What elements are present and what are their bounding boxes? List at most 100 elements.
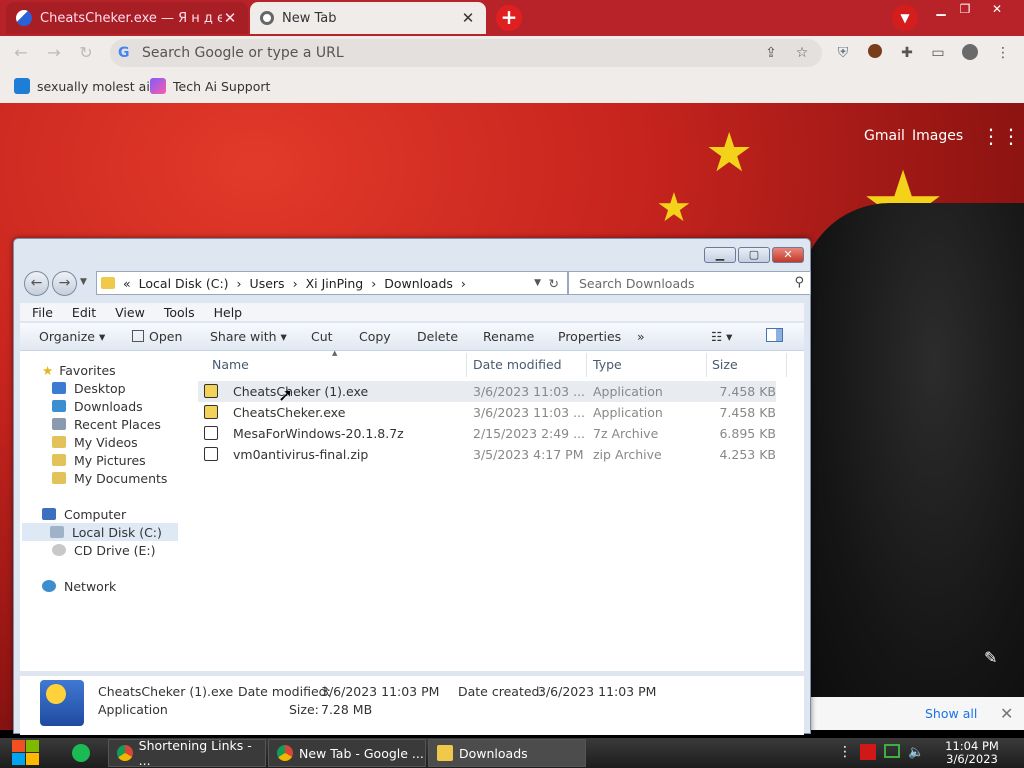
menu-file[interactable]: File xyxy=(32,305,53,320)
apps-grid-icon[interactable]: ⋮⋮⋮ xyxy=(981,126,1024,146)
side-panel-icon[interactable]: ▭ xyxy=(929,44,947,62)
file-row[interactable]: vm0antivirus-final.zip 3/5/2023 4:17 PM … xyxy=(198,444,776,465)
network-tray-icon[interactable] xyxy=(884,744,900,758)
rename-button[interactable]: Rename xyxy=(483,329,534,344)
close-icon[interactable]: ✕ xyxy=(460,9,476,27)
breadcrumb-item[interactable]: Local Disk (C:) xyxy=(139,276,229,291)
bookmark-item[interactable]: sexually molest ai xyxy=(14,77,150,95)
show-all-downloads-link[interactable]: Show all xyxy=(925,706,977,721)
column-date-modified[interactable]: Date modified xyxy=(473,357,562,372)
nav-network[interactable]: Network xyxy=(42,577,116,595)
nav-my-documents[interactable]: My Documents xyxy=(52,469,167,487)
clock[interactable]: 11:04 PM 3/6/2023 xyxy=(932,740,1012,766)
column-size[interactable]: Size xyxy=(712,357,738,372)
details-date-created-label: Date created: xyxy=(458,684,544,699)
breadcrumb-item[interactable]: Users xyxy=(250,276,285,291)
details-pane: CheatsCheker (1).exe Application Date mo… xyxy=(20,675,804,735)
yandex-favicon-icon xyxy=(16,10,32,26)
breadcrumb-separator-icon: › xyxy=(371,275,377,291)
close-shelf-icon[interactable]: ✕ xyxy=(1000,704,1013,723)
maximize-icon[interactable]: ▢ xyxy=(738,247,770,263)
taskbar-app-chrome-newtab[interactable]: New Tab - Google ... xyxy=(268,739,426,767)
file-date: 3/6/2023 11:03 ... xyxy=(473,405,586,420)
tab-cheatscheker[interactable]: CheatsCheker.exe — Я н д е ✕ xyxy=(6,2,248,34)
forward-icon[interactable]: → xyxy=(52,271,77,296)
view-options-icon[interactable]: ☷ ▾ xyxy=(711,329,732,344)
extension-avatar-icon[interactable] xyxy=(866,44,884,62)
profile-icon[interactable] xyxy=(961,44,979,62)
nav-favorites[interactable]: ★ Favorites xyxy=(42,361,116,379)
action-center-flag-icon[interactable] xyxy=(860,744,876,760)
close-icon[interactable]: ✕ xyxy=(222,9,238,27)
taskbar-app-chrome[interactable]: Shortening Links - ... xyxy=(108,738,266,768)
images-link[interactable]: Images xyxy=(912,128,963,144)
close-icon[interactable]: ✕ xyxy=(772,247,804,263)
nav-my-pictures[interactable]: My Pictures xyxy=(52,451,146,469)
details-size: 7.28 MB xyxy=(321,702,373,717)
close-window-icon[interactable]: ✕ xyxy=(982,2,1012,18)
nav-recent-places[interactable]: Recent Places xyxy=(52,415,161,433)
delete-button[interactable]: Delete xyxy=(417,329,458,344)
browser-toolbar: ← → ↻ G Search Google or type a URL ⇪ ☆ … xyxy=(0,36,1024,69)
new-tab-button[interactable]: + xyxy=(496,5,522,31)
address-dropdown-icon[interactable]: ▼ xyxy=(534,278,541,288)
customize-pencil-icon[interactable]: ✎ xyxy=(984,648,997,667)
organize-button[interactable]: Organize ▾ xyxy=(39,329,105,344)
windows-start-icon[interactable] xyxy=(10,738,42,768)
nav-downloads[interactable]: Downloads xyxy=(52,397,143,415)
search-downloads-input[interactable]: Search Downloads ⚲ xyxy=(568,271,811,295)
application-large-icon xyxy=(40,680,84,726)
share-icon[interactable]: ⇪ xyxy=(762,44,780,62)
file-size: 7.458 KB xyxy=(719,384,776,399)
address-bar[interactable]: « Local Disk (C:) › Users › Xi JinPing ›… xyxy=(96,271,568,295)
reload-icon[interactable]: ↻ xyxy=(77,44,95,62)
tray-overflow-icon[interactable]: ⋮ xyxy=(838,744,852,760)
menu-view[interactable]: View xyxy=(115,305,145,320)
computer-icon xyxy=(42,508,56,520)
nav-local-disk[interactable]: Local Disk (C:) xyxy=(22,523,178,541)
properties-button[interactable]: Properties xyxy=(558,329,621,344)
bookmark-star-icon[interactable]: ☆ xyxy=(793,44,811,62)
back-icon[interactable]: ← xyxy=(12,44,30,62)
ublock-icon[interactable]: ⛨ xyxy=(834,44,852,62)
forward-icon[interactable]: → xyxy=(45,44,63,62)
taskbar-app-explorer[interactable]: Downloads xyxy=(428,739,586,767)
menu-tools[interactable]: Tools xyxy=(164,305,195,320)
back-icon[interactable]: ← xyxy=(24,271,49,296)
refresh-icon[interactable]: ↻ xyxy=(549,276,559,291)
menu-edit[interactable]: Edit xyxy=(72,305,96,320)
file-row[interactable]: MesaForWindows-20.1.8.7z 2/15/2023 2:49 … xyxy=(198,423,776,444)
cut-button[interactable]: Cut xyxy=(311,329,333,344)
extensions-puzzle-icon[interactable]: ✚ xyxy=(898,44,916,62)
nav-cd-drive[interactable]: CD Drive (E:) xyxy=(52,541,156,559)
omnibox[interactable]: G Search Google or type a URL xyxy=(110,39,822,67)
tab-new-tab[interactable]: New Tab ✕ xyxy=(250,2,486,34)
tab-title: CheatsCheker.exe — Я н д е xyxy=(40,10,222,26)
share-with-button[interactable]: Share with ▾ xyxy=(210,329,287,344)
tab-search-button[interactable]: ▼ xyxy=(892,5,918,31)
minimize-icon[interactable]: ▁ xyxy=(704,247,736,263)
menu-dots-icon[interactable]: ⋮ xyxy=(994,44,1012,62)
breadcrumb-item[interactable]: Xi JinPing xyxy=(306,276,364,291)
search-icon[interactable]: ⚲ xyxy=(794,275,804,290)
preview-pane-icon[interactable] xyxy=(766,328,783,342)
copy-button[interactable]: Copy xyxy=(359,329,391,344)
bookmark-item[interactable]: Tech Ai Support xyxy=(150,77,270,95)
volume-icon[interactable]: 🔈 xyxy=(908,745,924,760)
breadcrumb-item[interactable]: Downloads xyxy=(384,276,453,291)
recent-pages-icon[interactable]: ▼ xyxy=(80,277,87,287)
restore-icon[interactable]: ❐ xyxy=(950,2,980,18)
column-type[interactable]: Type xyxy=(593,357,622,372)
menu-help[interactable]: Help xyxy=(214,305,243,320)
nav-computer[interactable]: Computer xyxy=(42,505,126,523)
more-commands-button[interactable]: » xyxy=(637,329,645,344)
open-button[interactable]: Open xyxy=(132,329,182,344)
spotify-icon[interactable] xyxy=(72,744,90,762)
gmail-link[interactable]: Gmail xyxy=(864,128,905,144)
nav-desktop[interactable]: Desktop xyxy=(52,379,126,397)
column-divider xyxy=(706,353,707,377)
column-name[interactable]: Name xyxy=(212,357,249,372)
nav-my-videos[interactable]: My Videos xyxy=(52,433,138,451)
bookmark-favicon-icon xyxy=(14,78,30,94)
bookmark-label: Tech Ai Support xyxy=(173,78,271,94)
